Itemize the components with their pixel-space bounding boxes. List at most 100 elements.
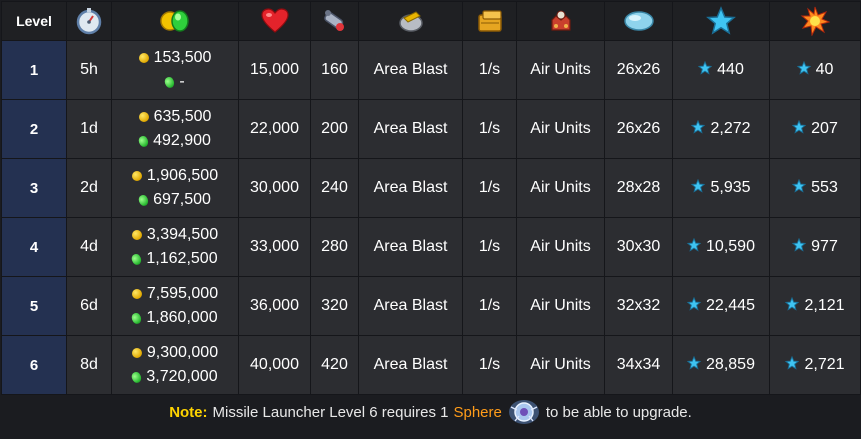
damage-icon	[323, 10, 344, 31]
level-cell: 4	[1, 217, 67, 277]
attack-speed-cell: 1/s	[462, 217, 517, 277]
gem-cost: 1,162,500	[146, 250, 218, 267]
table-header-row: Level	[1, 1, 861, 41]
gold-coin-icon	[131, 171, 142, 181]
score-value: 977	[811, 238, 838, 255]
level-cell: 6	[1, 335, 67, 395]
gold-cost: 9,300,000	[146, 344, 219, 361]
hitpoints-cell: 40,000	[238, 335, 311, 395]
column-header-time	[66, 1, 112, 41]
attack-speed-cell: 1/s	[462, 158, 517, 218]
target-icon	[550, 10, 571, 31]
cost-cell: 9,300,000 3,720,000	[111, 335, 239, 395]
green-gem-icon	[137, 134, 150, 148]
size-icon	[623, 11, 654, 31]
hitpoints-cell: 33,000	[238, 217, 311, 277]
hitpoints-cell: 15,000	[238, 40, 311, 100]
size-cell: 30x30	[604, 217, 673, 277]
damage-cell: 420	[310, 335, 359, 395]
score-value: 553	[811, 179, 838, 196]
gold-cost: 635,500	[153, 108, 212, 125]
note-label: Note:	[169, 403, 208, 421]
xp-cell: 2,272	[672, 99, 770, 159]
target-cell: Air Units	[516, 40, 605, 100]
xp-star-icon	[706, 6, 736, 35]
size-cell: 26x26	[604, 99, 673, 159]
heart-icon	[260, 8, 289, 33]
cost-cell: 3,394,500 1,162,500	[111, 217, 239, 277]
score-value: 40	[815, 61, 834, 78]
cost-cell: 153,500 -	[111, 40, 239, 100]
xp-cell: 28,859	[672, 335, 770, 395]
level-cell: 1	[1, 40, 67, 100]
gold-coin-icon	[131, 348, 142, 358]
column-header-target	[516, 1, 605, 41]
green-gem-icon	[163, 75, 176, 89]
level-cell: 2	[1, 99, 67, 159]
gem-cost: 3,720,000	[146, 368, 218, 385]
gold-cost: 7,595,000	[146, 285, 219, 302]
score-cell: 553	[769, 158, 861, 218]
sphere-icon	[508, 400, 539, 424]
xp-cell: 10,590	[672, 217, 770, 277]
column-header-level: Level	[1, 1, 67, 41]
column-header-hitpoints	[238, 1, 311, 41]
cost-cell: 635,500 492,900	[111, 99, 239, 159]
score-value: 207	[811, 120, 838, 137]
column-header-score	[769, 1, 861, 41]
xp-value: 440	[717, 61, 744, 78]
column-header-size	[604, 1, 673, 41]
note-text-before: Missile Launcher Level 6 requires 1	[212, 403, 449, 421]
upgrade-time-cell: 8d	[66, 335, 112, 395]
target-cell: Air Units	[516, 158, 605, 218]
note-text-after: to be able to upgrade.	[545, 403, 692, 421]
gem-cost: 697,500	[153, 191, 211, 208]
attack-speed-cell: 1/s	[462, 99, 517, 159]
upgrade-time-cell: 5h	[66, 40, 112, 100]
attack-type-cell: Area Blast	[358, 40, 463, 100]
hitpoints-cell: 22,000	[238, 99, 311, 159]
score-cell: 2,721	[769, 335, 861, 395]
size-cell: 34x34	[604, 335, 673, 395]
score-cell: 207	[769, 99, 861, 159]
upgrade-time-cell: 4d	[66, 217, 112, 277]
table-row: 5 6d 7,595,000 1,860,000 36,000 320 Area Blast…	[1, 276, 861, 336]
score-star-icon	[792, 119, 807, 139]
xp-star-icon	[687, 355, 702, 375]
attack-type-cell: Area Blast	[358, 217, 463, 277]
attack-type-cell: Area Blast	[358, 158, 463, 218]
upgrade-table-panel: Level 1 5h 153,500 - 15,000 160 Area Bla…	[0, 0, 861, 439]
stopwatch-icon	[76, 8, 102, 35]
sphere-link[interactable]: Sphere	[453, 404, 501, 421]
target-cell: Air Units	[516, 99, 605, 159]
table-row: 4 4d 3,394,500 1,162,500 33,000 280 Area Blast…	[1, 217, 861, 277]
score-star-icon	[792, 237, 807, 257]
resources-icon	[160, 10, 189, 32]
target-cell: Air Units	[516, 276, 605, 336]
hitpoints-cell: 36,000	[238, 276, 311, 336]
xp-cell: 5,935	[672, 158, 770, 218]
score-star-icon	[785, 296, 800, 316]
xp-cell: 440	[672, 40, 770, 100]
column-header-speed	[462, 1, 517, 41]
score-cell: 2,121	[769, 276, 861, 336]
damage-cell: 240	[310, 158, 359, 218]
green-gem-icon	[130, 370, 144, 384]
table-row: 3 2d 1,906,500 697,500 30,000 240 Area Blast 1/…	[1, 158, 861, 218]
target-cell: Air Units	[516, 217, 605, 277]
hitpoints-cell: 30,000	[238, 158, 311, 218]
green-gem-icon	[130, 252, 144, 266]
speed-icon	[477, 10, 502, 32]
score-cell: 40	[769, 40, 861, 100]
gold-coin-icon	[131, 230, 142, 240]
damage-cell: 200	[310, 99, 359, 159]
attack-type-icon	[398, 11, 423, 32]
cost-cell: 1,906,500 697,500	[111, 158, 239, 218]
score-value: 2,721	[804, 356, 845, 373]
damage-cell: 280	[310, 217, 359, 277]
column-header-attack-type	[358, 1, 463, 41]
target-cell: Air Units	[516, 335, 605, 395]
gem-cost: 1,860,000	[146, 309, 218, 326]
score-star-icon	[785, 355, 800, 375]
attack-type-cell: Area Blast	[358, 276, 463, 336]
